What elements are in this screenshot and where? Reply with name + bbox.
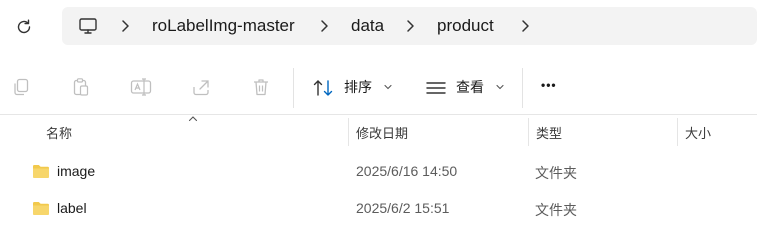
share-button[interactable] xyxy=(188,74,214,100)
chevron-right-icon[interactable] xyxy=(120,18,130,34)
column-header-modified[interactable]: 修改日期 xyxy=(356,123,408,142)
file-type: 文件夹 xyxy=(535,165,577,181)
chevron-right-icon[interactable] xyxy=(405,18,415,34)
refresh-icon[interactable] xyxy=(12,15,36,39)
column-header-row: 名称 修改日期 类型 大小 xyxy=(0,115,757,146)
column-header-size[interactable]: 大小 xyxy=(685,123,711,142)
breadcrumb-item-rolabelimg-master[interactable]: roLabelImg-master xyxy=(152,16,295,36)
breadcrumb-item-data[interactable]: data xyxy=(351,16,384,36)
toolbar-separator xyxy=(293,68,294,108)
sort-icon xyxy=(313,80,333,96)
view-list-icon xyxy=(426,82,446,94)
list-item[interactable]: image 2025/6/16 14:50 文件夹 xyxy=(0,155,757,189)
column-divider[interactable] xyxy=(528,118,529,146)
folder-icon xyxy=(33,165,49,178)
delete-button[interactable] xyxy=(248,74,274,100)
more-icon: ••• xyxy=(541,78,557,92)
column-header-type[interactable]: 类型 xyxy=(536,123,562,142)
file-type: 文件夹 xyxy=(535,202,577,218)
trash-icon xyxy=(254,79,268,96)
command-bar: 排序 查看 ••• xyxy=(0,62,757,115)
column-divider[interactable] xyxy=(348,118,349,146)
copy-icon xyxy=(14,78,29,96)
sort-label: 排序 xyxy=(344,79,372,95)
column-header-name[interactable]: 名称 xyxy=(46,123,72,142)
folder-icon xyxy=(33,202,49,215)
file-modified-date: 2025/6/2 15:51 xyxy=(356,200,450,216)
share-icon xyxy=(193,80,209,96)
list-item[interactable]: label 2025/6/2 15:51 文件夹 xyxy=(0,192,757,226)
more-options-button[interactable]: ••• xyxy=(536,72,570,104)
chevron-right-icon[interactable] xyxy=(520,18,530,34)
sort-button[interactable]: 排序 xyxy=(305,68,397,108)
breadcrumb[interactable]: roLabelImg-master data product xyxy=(62,7,757,45)
toolbar-separator xyxy=(522,68,523,108)
copy-button[interactable] xyxy=(8,74,34,100)
address-bar-region: roLabelImg-master data product xyxy=(0,0,757,54)
view-button[interactable]: 查看 xyxy=(418,68,514,108)
column-divider[interactable] xyxy=(677,118,678,146)
sort-ascending-icon xyxy=(188,116,198,122)
file-name: image xyxy=(57,163,96,179)
paste-button[interactable] xyxy=(68,74,94,100)
view-label: 查看 xyxy=(456,79,484,95)
rename-button[interactable] xyxy=(128,74,154,100)
paste-icon xyxy=(73,78,89,96)
file-modified-date: 2025/6/16 14:50 xyxy=(356,163,458,179)
file-name: label xyxy=(57,200,87,216)
chevron-down-icon xyxy=(384,84,392,90)
chevron-right-icon[interactable] xyxy=(319,18,329,34)
rename-icon xyxy=(130,78,152,96)
this-pc-icon[interactable] xyxy=(78,16,98,36)
breadcrumb-item-product[interactable]: product xyxy=(437,16,494,36)
chevron-down-icon xyxy=(496,84,504,90)
